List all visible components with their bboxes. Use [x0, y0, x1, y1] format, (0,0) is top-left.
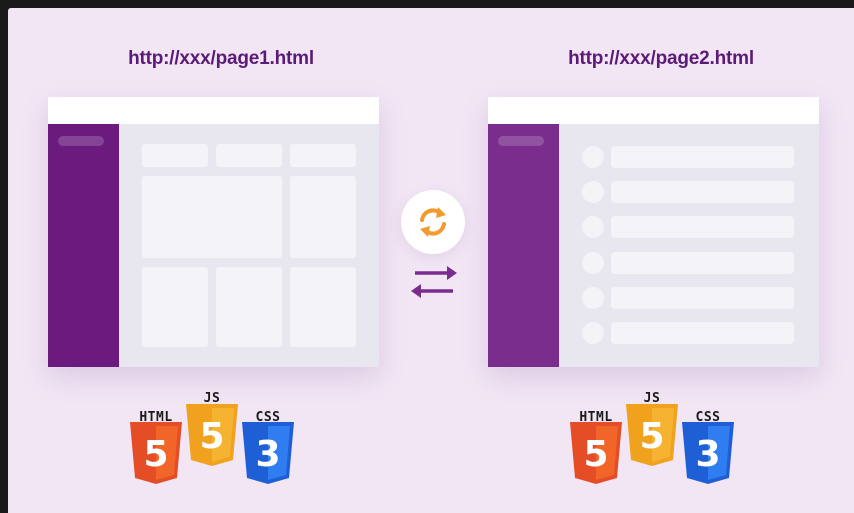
page1-header-card [216, 144, 282, 167]
page1-side-card [290, 176, 356, 258]
page2-list-row [611, 181, 794, 203]
page2-browser-topbar [488, 97, 819, 124]
page2-sidebar-pill [498, 136, 544, 146]
page2-browser-window [488, 97, 819, 367]
svg-text:5: 5 [583, 434, 608, 475]
svg-text:5: 5 [199, 416, 224, 457]
page1-main-card [142, 176, 282, 258]
page1-header-card [290, 144, 356, 167]
css3-icon: CSS 3 [238, 386, 298, 486]
page2-list-row [611, 216, 794, 238]
tech-logos-right: HTML 5 JS 5 CSS 3 [566, 386, 736, 486]
svg-text:5: 5 [639, 416, 664, 457]
page2-list-row [611, 322, 794, 344]
page2-list-avatar [582, 146, 604, 168]
js-icon: JS 5 [182, 386, 242, 486]
page2-sidebar [488, 124, 559, 367]
page1-grid-card [142, 267, 208, 347]
page1-url-label: http://xxx/page1.html [128, 48, 314, 69]
svg-text:5: 5 [143, 434, 168, 475]
page2-list-avatar [582, 181, 604, 203]
html5-icon: HTML 5 [126, 386, 186, 486]
tech-logos-left: HTML 5 JS 5 CSS 3 [126, 386, 296, 486]
page1-sidebar [48, 124, 119, 367]
diagram-canvas: http://xxx/page1.html http://xxx/page2.h… [8, 8, 854, 513]
page2-list-row [611, 146, 794, 168]
page1-sidebar-pill [58, 136, 104, 146]
page1-browser-topbar [48, 97, 379, 124]
html5-icon: HTML 5 [566, 386, 626, 486]
page2-list-avatar [582, 216, 604, 238]
page2-list-avatar [582, 252, 604, 274]
page2-url-label: http://xxx/page2.html [568, 48, 754, 69]
page2-list-row [611, 287, 794, 309]
js-icon: JS 5 [622, 386, 682, 486]
page2-list-avatar [582, 322, 604, 344]
page1-grid-card [216, 267, 282, 347]
swap-arrows-icon [411, 266, 457, 298]
page1-grid-card [290, 267, 356, 347]
page2-list-avatar [582, 287, 604, 309]
sync-badge [401, 190, 465, 254]
page1-header-card [142, 144, 208, 167]
svg-text:3: 3 [695, 434, 720, 475]
svg-text:3: 3 [255, 434, 280, 475]
css3-icon: CSS 3 [678, 386, 738, 486]
page2-list-row [611, 252, 794, 274]
refresh-icon [420, 207, 446, 237]
page1-browser-window [48, 97, 379, 367]
